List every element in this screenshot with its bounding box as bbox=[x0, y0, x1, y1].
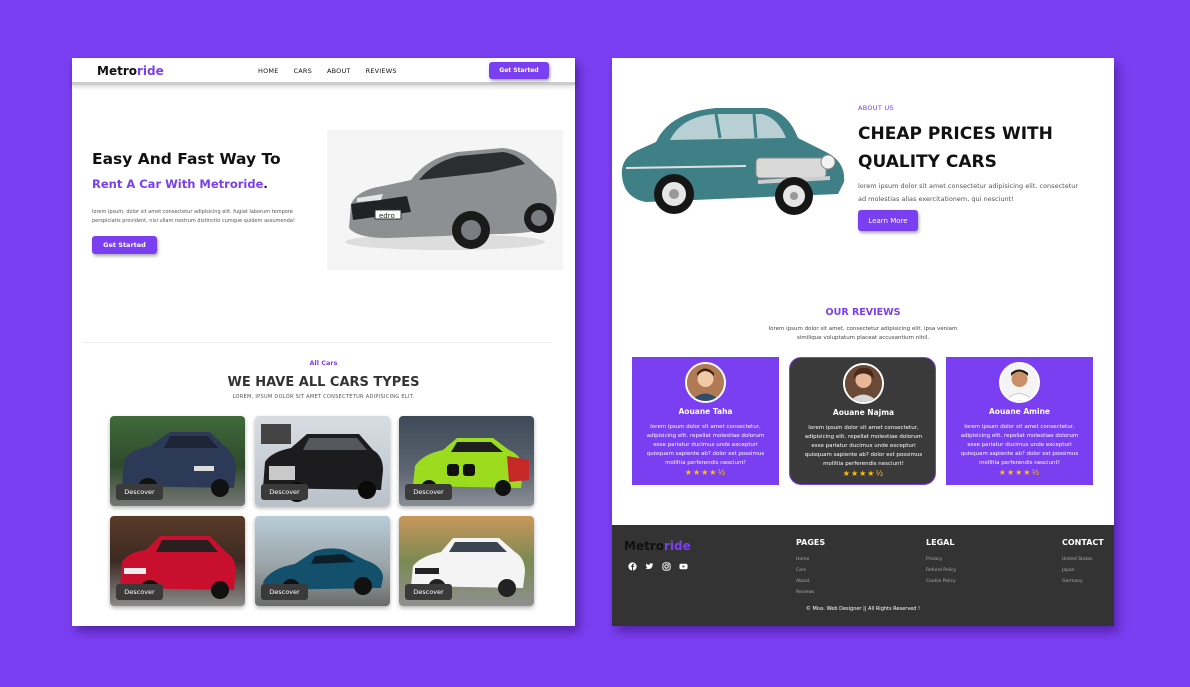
reviewer-name: Aouane Najma bbox=[832, 408, 895, 417]
descover-button[interactable]: Descover bbox=[261, 584, 308, 600]
about-title-line1: CHEAP PRICES WITH bbox=[858, 124, 1053, 144]
hero-subtitle: Rent A Car With Metroride. bbox=[92, 177, 268, 191]
nav-links: HOME CARS ABOUT REVIEWS bbox=[258, 67, 397, 75]
review-text: lorem ipsum dolor sit amet consectetur, … bbox=[960, 424, 1079, 466]
site-footer: Metroride PAGES Home Cars About Reviews … bbox=[612, 525, 1114, 626]
review-card: Aouane Amine lorem ipsum dolor sit amet … bbox=[946, 357, 1093, 485]
review-text: lorem ipsum dolor sit amet consectetur, … bbox=[804, 425, 923, 467]
footer-logo[interactable]: Metroride bbox=[624, 539, 691, 553]
learn-more-button[interactable]: Learn More bbox=[858, 210, 918, 231]
pages-heading: PAGES bbox=[796, 538, 826, 547]
footer-logo-accent: ride bbox=[663, 539, 691, 553]
footer-link-about[interactable]: About bbox=[796, 576, 825, 587]
hero-subtitle-text: Rent A Car With Metroride bbox=[92, 177, 264, 191]
car-tile[interactable]: Descover bbox=[110, 416, 245, 506]
descover-button[interactable]: Descover bbox=[405, 484, 452, 500]
footer-contact-japan[interactable]: Japan bbox=[1062, 565, 1104, 576]
footer-contact-germany[interactable]: Germany bbox=[1062, 576, 1104, 587]
descover-button[interactable]: Descover bbox=[116, 484, 163, 500]
descover-button[interactable]: Descover bbox=[116, 584, 163, 600]
footer-link-refund-policy[interactable]: Refund Policy bbox=[926, 565, 956, 576]
avatar bbox=[685, 362, 726, 403]
review-card: Aouane Taha lorem ipsum dolor sit amet c… bbox=[632, 357, 779, 485]
footer-pages-column: PAGES Home Cars About Reviews bbox=[796, 538, 825, 598]
top-navbar: Metroride HOME CARS ABOUT REVIEWS Get St… bbox=[72, 58, 575, 85]
nav-about[interactable]: ABOUT bbox=[327, 67, 351, 75]
instagram-icon[interactable] bbox=[662, 562, 671, 571]
cars-section-title: WE HAVE ALL CARS TYPES bbox=[227, 375, 420, 390]
footer-contact-united-states[interactable]: United States bbox=[1062, 554, 1104, 565]
copyright-text: © Miss. Web Designer || All Rights Reser… bbox=[805, 606, 921, 612]
car-tile[interactable]: Descover bbox=[255, 516, 390, 606]
nav-home[interactable]: HOME bbox=[258, 67, 279, 75]
hero-car-image: edro bbox=[327, 130, 563, 270]
car-tile[interactable]: Descover bbox=[399, 416, 534, 506]
reviews-title: OUR REVIEWS bbox=[825, 307, 901, 318]
star-rating: ★★★★½ bbox=[684, 468, 727, 477]
hero-paragraph: lorem ipsum, dolor sit amet consectetur … bbox=[92, 209, 295, 224]
twitter-icon[interactable] bbox=[645, 562, 654, 571]
footer-link-home[interactable]: Home bbox=[796, 554, 825, 565]
descover-button[interactable]: Descover bbox=[261, 484, 308, 500]
nav-reviews[interactable]: REVIEWS bbox=[366, 67, 397, 75]
hero-subtitle-dot: . bbox=[263, 177, 268, 191]
star-rating: ★★★★½ bbox=[842, 469, 885, 478]
review-text: lorem ipsum dolor sit amet consectetur, … bbox=[646, 424, 765, 466]
footer-legal-column: LEGAL Privacy Refund Policy Cookie Polic… bbox=[926, 538, 956, 587]
nav-cars[interactable]: CARS bbox=[294, 67, 312, 75]
avatar bbox=[843, 363, 884, 404]
home-page-preview: Metroride HOME CARS ABOUT REVIEWS Get St… bbox=[72, 58, 575, 626]
cars-section-subtitle: LOREM, IPSUM DOLOR SIT AMET CONSECTETUR … bbox=[232, 394, 415, 400]
hero-get-started-button[interactable]: Get Started bbox=[92, 236, 157, 254]
reviewer-name: Aouane Taha bbox=[678, 407, 733, 416]
footer-link-privacy[interactable]: Privacy bbox=[926, 554, 956, 565]
footer-logo-main: Metro bbox=[624, 539, 664, 553]
section-divider bbox=[82, 342, 552, 343]
footer-link-cookie-policy[interactable]: Cookie Policy bbox=[926, 576, 956, 587]
cars-section-eyebrow: All Cars bbox=[309, 359, 338, 367]
hero-title: Easy And Fast Way To bbox=[92, 150, 281, 168]
car-tile[interactable]: Descover bbox=[399, 516, 534, 606]
about-title-line2: QUALITY CARS bbox=[858, 152, 997, 172]
logo-main: Metro bbox=[97, 64, 137, 78]
footer-link-cars[interactable]: Cars bbox=[796, 565, 825, 576]
reviewer-name: Aouane Amine bbox=[988, 407, 1050, 416]
logo[interactable]: Metroride bbox=[97, 64, 164, 78]
nav-get-started-button[interactable]: Get Started bbox=[489, 62, 549, 79]
facebook-icon[interactable] bbox=[628, 562, 637, 571]
contact-heading: CONTACT bbox=[1062, 538, 1104, 547]
review-card: Aouane Najma lorem ipsum dolor sit amet … bbox=[789, 357, 936, 485]
about-paragraph: lorem ipsum dolor sit amet consectetur a… bbox=[858, 182, 1079, 203]
avatar bbox=[999, 362, 1040, 403]
logo-accent: ride bbox=[136, 64, 164, 78]
reviews-subtitle: lorem ipsum dolor sit amet, consectetur … bbox=[768, 326, 958, 341]
footer-contact-column: CONTACT United States Japan Germany bbox=[1062, 538, 1104, 587]
car-tile[interactable]: Descover bbox=[110, 516, 245, 606]
social-links bbox=[628, 562, 688, 571]
youtube-icon[interactable] bbox=[679, 562, 688, 571]
svg-text:edro: edro bbox=[379, 212, 395, 220]
descover-button[interactable]: Descover bbox=[405, 584, 452, 600]
car-tile[interactable]: Descover bbox=[255, 416, 390, 506]
star-rating: ★★★★½ bbox=[998, 468, 1041, 477]
about-title: CHEAP PRICES WITH QUALITY CARS bbox=[858, 120, 1098, 176]
footer-link-reviews[interactable]: Reviews bbox=[796, 587, 825, 598]
about-page-preview: ABOUT US CHEAP PRICES WITH QUALITY CARS l… bbox=[612, 58, 1114, 626]
vintage-car-image bbox=[616, 98, 848, 228]
legal-heading: LEGAL bbox=[926, 538, 955, 547]
about-eyebrow: ABOUT US bbox=[858, 104, 894, 112]
